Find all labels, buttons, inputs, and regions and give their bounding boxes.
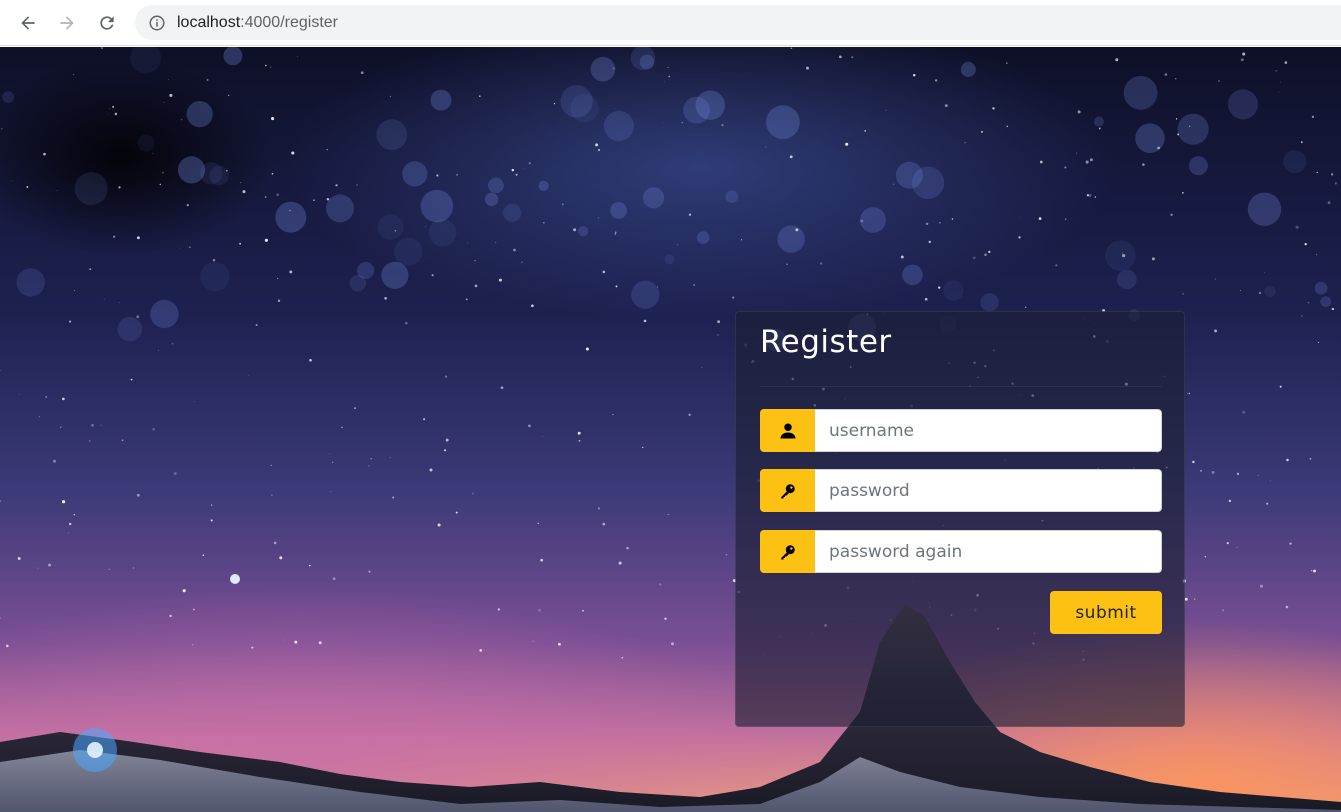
username-addon — [760, 409, 815, 452]
arrow-left-icon — [21, 16, 35, 30]
forward-button[interactable] — [52, 8, 82, 38]
url-host: localhost — [177, 13, 241, 31]
info-icon[interactable] — [148, 14, 166, 32]
address-bar[interactable]: localhost:4000/register — [135, 5, 1341, 40]
submit-button[interactable]: submit — [1050, 591, 1162, 634]
reload-button[interactable] — [92, 8, 122, 38]
password-addon — [760, 469, 815, 512]
password-again-input[interactable] — [815, 530, 1162, 573]
arrow-right-icon — [60, 16, 74, 30]
key-icon — [780, 544, 795, 559]
username-input[interactable] — [815, 409, 1162, 452]
password-again-addon — [760, 530, 815, 573]
user-icon — [780, 423, 795, 438]
back-button[interactable] — [13, 8, 43, 38]
username-field-group — [760, 409, 1162, 452]
password-input[interactable] — [815, 469, 1162, 512]
key-icon — [780, 483, 795, 498]
divider — [760, 386, 1162, 387]
register-title: Register — [760, 324, 892, 360]
password-field-group — [760, 469, 1162, 512]
reload-icon — [100, 16, 114, 30]
register-panel: Register submit — [735, 311, 1185, 727]
url-path: :4000/register — [240, 13, 338, 31]
url-text: localhost:4000/register — [177, 14, 338, 32]
browser-toolbar: localhost:4000/register — [0, 0, 1341, 46]
password-again-field-group — [760, 530, 1162, 573]
